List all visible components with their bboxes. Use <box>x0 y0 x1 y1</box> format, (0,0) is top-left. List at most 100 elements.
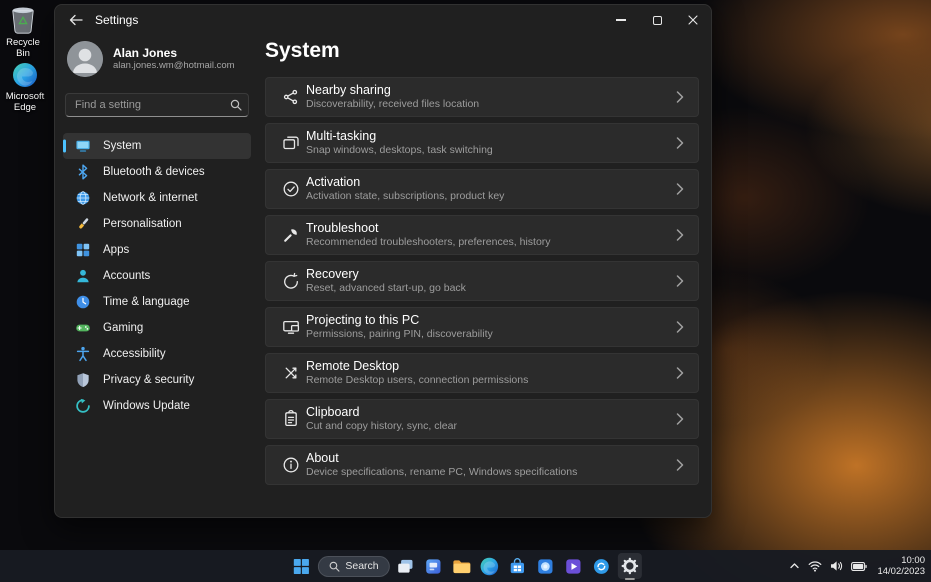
accounts-person-icon <box>75 268 91 284</box>
tray-chevron-up-button[interactable] <box>789 553 800 579</box>
sidebar: Alan Jones alan.jones.wm@hotmail.com Sys… <box>63 35 251 517</box>
card-title: Recovery <box>306 267 466 282</box>
task-view-icon <box>396 557 415 576</box>
start-button[interactable] <box>289 553 313 579</box>
clock-date: 14/02/2023 <box>877 566 925 578</box>
sidebar-item-windows-update[interactable]: Windows Update <box>63 393 251 419</box>
apps-grid-icon <box>75 242 91 258</box>
close-button[interactable] <box>675 5 711 35</box>
card-subtitle: Discoverability, received files location <box>306 98 479 111</box>
chevron-right-icon <box>676 137 684 149</box>
volume-tray-button[interactable] <box>830 553 843 579</box>
sidebar-item-bluetooth-devices[interactable]: Bluetooth & devices <box>63 159 251 185</box>
settings-card-troubleshoot[interactable]: Troubleshoot Recommended troubleshooters… <box>265 215 699 255</box>
desktop-icon-label: Recycle Bin <box>0 37 46 59</box>
search-label: Search <box>345 560 378 572</box>
minimize-icon <box>616 19 626 20</box>
microsoft-store-button[interactable] <box>506 553 530 579</box>
bluetooth-icon <box>75 164 91 180</box>
system-icon <box>75 138 91 154</box>
edge-button[interactable] <box>478 553 502 579</box>
search-input[interactable] <box>65 93 249 117</box>
user-profile[interactable]: Alan Jones alan.jones.wm@hotmail.com <box>63 35 251 79</box>
desktop-icon-label: Microsoft Edge <box>2 91 48 113</box>
settings-card-nearby-sharing[interactable]: Nearby sharing Discoverability, received… <box>265 77 699 117</box>
card-title: Multi-tasking <box>306 129 493 144</box>
settings-card-about[interactable]: About Device specifications, rename PC, … <box>265 445 699 485</box>
sidebar-item-gaming[interactable]: Gaming <box>63 315 251 341</box>
maximize-icon <box>653 16 662 25</box>
microsoft-edge-icon <box>480 557 499 576</box>
back-button[interactable] <box>61 5 91 35</box>
card-title: About <box>306 451 577 466</box>
taskbar: Search <box>0 550 931 582</box>
pinned-app-1-icon <box>424 557 443 576</box>
sidebar-item-accessibility[interactable]: Accessibility <box>63 341 251 367</box>
taskbar-search[interactable]: Search <box>317 556 389 577</box>
remote-desktop-icon <box>282 364 300 382</box>
window-title: Settings <box>95 13 138 27</box>
nearby-sharing-icon <box>282 88 300 106</box>
settings-card-projecting[interactable]: Projecting to this PC Permissions, pairi… <box>265 307 699 347</box>
network-globe-icon <box>75 190 91 206</box>
photos-button[interactable] <box>534 553 558 579</box>
chevron-right-icon <box>676 275 684 287</box>
back-arrow-icon <box>69 14 83 26</box>
card-subtitle: Reset, advanced start-up, go back <box>306 282 466 295</box>
profile-name: Alan Jones <box>113 46 235 60</box>
settings-card-multi-tasking[interactable]: Multi-tasking Snap windows, desktops, ta… <box>265 123 699 163</box>
taskbar-pinned-app-1[interactable] <box>422 553 446 579</box>
chevron-right-icon <box>676 183 684 195</box>
sidebar-item-privacy-security[interactable]: Privacy & security <box>63 367 251 393</box>
page-title: System <box>265 39 699 63</box>
battery-tray-button[interactable] <box>851 553 867 579</box>
taskbar-pinned-app-3[interactable] <box>590 553 614 579</box>
profile-email: alan.jones.wm@hotmail.com <box>113 60 235 72</box>
sidebar-item-time-language[interactable]: Time & language <box>63 289 251 315</box>
chevron-right-icon <box>676 229 684 241</box>
taskbar-clock[interactable]: 10:00 14/02/2023 <box>877 555 925 578</box>
settings-card-activation[interactable]: Activation Activation state, subscriptio… <box>265 169 699 209</box>
desktop-icon-recycle-bin[interactable]: Recycle Bin <box>0 6 46 59</box>
minimize-button[interactable] <box>603 5 639 35</box>
chevron-right-icon <box>676 459 684 471</box>
settings-card-clipboard[interactable]: Clipboard Cut and copy history, sync, cl… <box>265 399 699 439</box>
sidebar-item-system[interactable]: System <box>63 133 251 159</box>
sidebar-item-accounts[interactable]: Accounts <box>63 263 251 289</box>
wifi-icon <box>808 560 822 572</box>
windows-logo-icon <box>293 558 310 575</box>
speaker-icon <box>830 560 843 572</box>
settings-taskbar-button[interactable] <box>618 553 642 579</box>
sidebar-item-apps[interactable]: Apps <box>63 237 251 263</box>
clock-icon <box>75 294 91 310</box>
sidebar-item-network-internet[interactable]: Network & internet <box>63 185 251 211</box>
search-icon <box>328 561 339 572</box>
troubleshoot-wrench-icon <box>282 226 300 244</box>
card-title: Activation <box>306 175 504 190</box>
maximize-button[interactable] <box>639 5 675 35</box>
desktop-icon-microsoft-edge[interactable]: Microsoft Edge <box>2 62 48 113</box>
clipboard-icon <box>282 410 300 428</box>
recycle-bin-icon <box>10 6 36 34</box>
shield-icon <box>75 372 91 388</box>
card-subtitle: Device specifications, rename PC, Window… <box>306 466 577 479</box>
chevron-right-icon <box>676 321 684 333</box>
settings-card-remote-desktop[interactable]: Remote Desktop Remote Desktop users, con… <box>265 353 699 393</box>
card-title: Nearby sharing <box>306 83 479 98</box>
multi-tasking-icon <box>282 134 300 152</box>
network-tray-button[interactable] <box>808 553 822 579</box>
chevron-right-icon <box>676 413 684 425</box>
titlebar: Settings <box>55 5 711 35</box>
sidebar-item-personalisation[interactable]: Personalisation <box>63 211 251 237</box>
gamepad-icon <box>75 320 91 336</box>
settings-card-recovery[interactable]: Recovery Reset, advanced start-up, go ba… <box>265 261 699 301</box>
chevron-right-icon <box>676 91 684 103</box>
taskbar-pinned-app-2[interactable] <box>562 553 586 579</box>
settings-content: System Nearby sharing Discoverability, r… <box>265 35 699 517</box>
card-title: Remote Desktop <box>306 359 528 374</box>
file-explorer-button[interactable] <box>450 553 474 579</box>
search-box <box>65 93 249 117</box>
task-view-button[interactable] <box>394 553 418 579</box>
pinned-app-2-icon <box>564 557 583 576</box>
card-title: Clipboard <box>306 405 457 420</box>
